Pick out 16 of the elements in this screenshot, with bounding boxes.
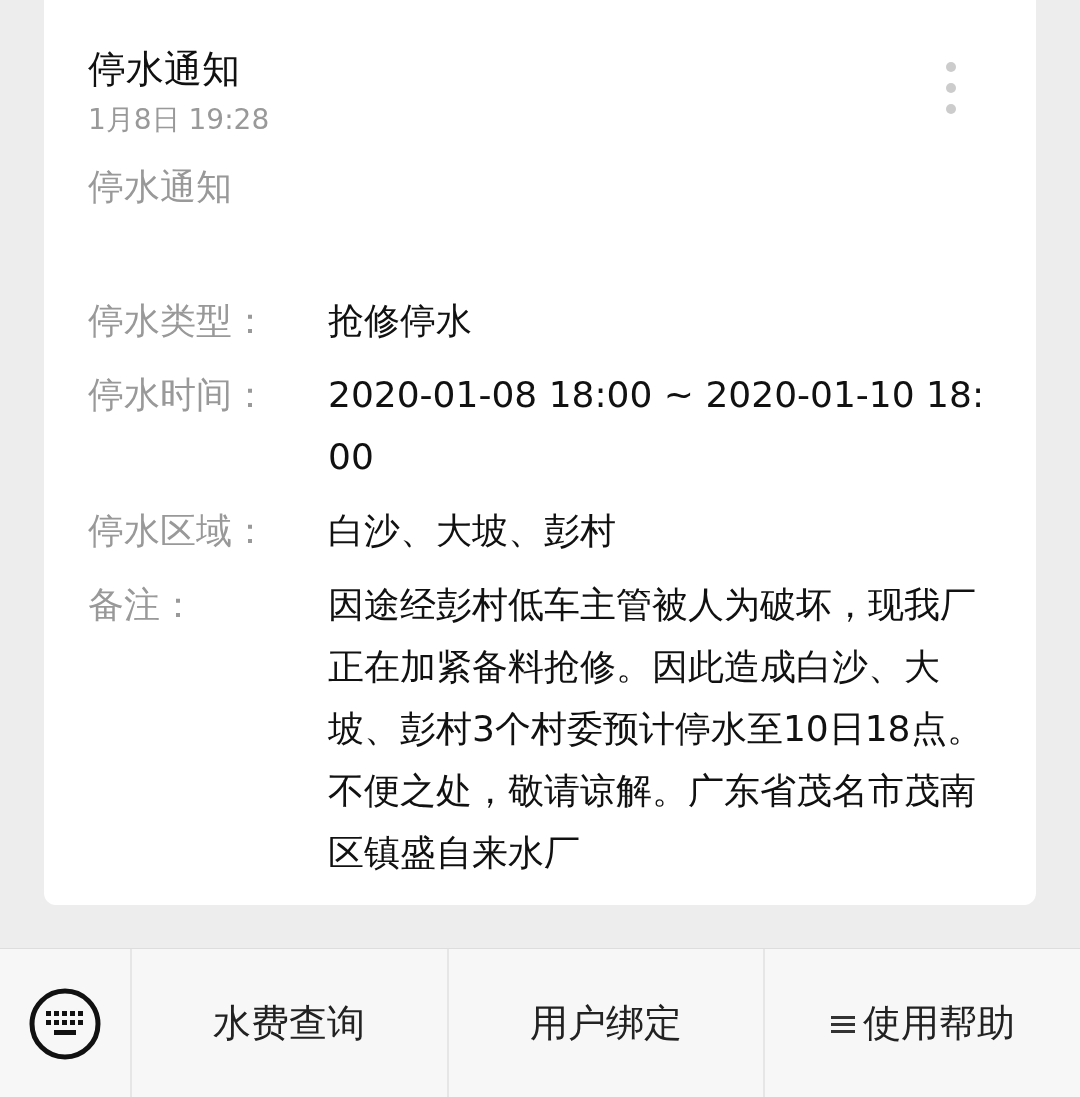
field-value: 因途经彭村低车主管被人为破坏，现我厂正在加紧备料抢修。因此造成白沙、大坡、彭村3个村委预计停水至10日18点。不便之处，敬请谅解。广东省茂名市茂南区镇盛自来水厂: [328, 583, 984, 875]
field-value: 白沙、大坡、彭村: [328, 509, 617, 553]
menu-icon: [830, 1013, 855, 1034]
menu-item[interactable]: 水费查询: [130, 949, 447, 1097]
field-label: 停水时间：: [88, 373, 269, 417]
message-subtitle: 停水通知: [88, 165, 232, 209]
field-label: 备注：: [88, 583, 197, 627]
field-value: 2020-01-08 18:00 ~ 2020-01-10 18:00: [328, 373, 986, 479]
keyboard-icon[interactable]: [28, 986, 102, 1061]
field-label: 停水类型：: [88, 299, 269, 343]
menu-item[interactable]: 使用帮助: [763, 949, 1080, 1097]
field-value: 抢修停水: [328, 299, 473, 343]
message-title: 停水通知: [88, 46, 240, 93]
field-label: 停水区域：: [88, 509, 269, 553]
menu-item[interactable]: 用户绑定: [446, 949, 764, 1097]
message-time: 1月8日 19:28: [88, 102, 270, 138]
